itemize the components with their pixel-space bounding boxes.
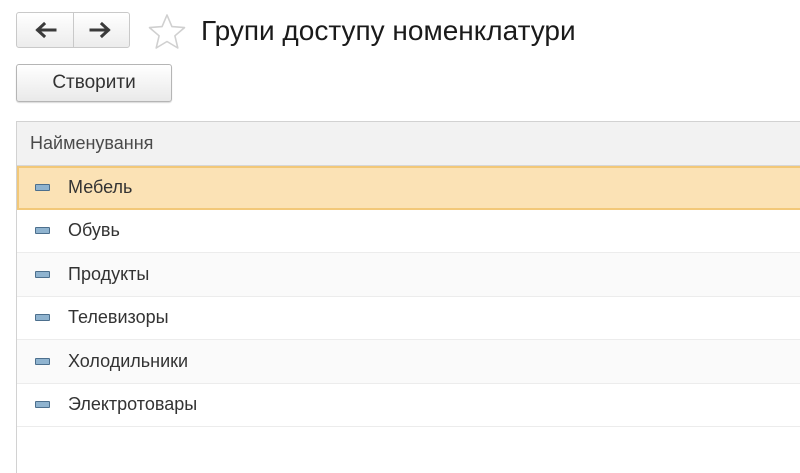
row-label: Мебель (68, 177, 133, 198)
form-page: Групи доступу номенклатури Створити Найм… (0, 0, 800, 473)
star-icon[interactable] (148, 13, 186, 51)
catalog-item-icon (35, 357, 50, 365)
table-row[interactable]: Телевизоры (17, 297, 800, 340)
catalog-item-icon (35, 270, 50, 278)
forward-button[interactable] (72, 13, 130, 47)
row-label: Телевизоры (68, 307, 169, 328)
table-row[interactable]: Холодильники (17, 340, 800, 384)
back-button[interactable] (17, 13, 73, 47)
catalog-item-icon (35, 184, 50, 192)
catalog-item-icon (35, 227, 50, 235)
page-title: Групи доступу номенклатури (201, 15, 576, 46)
table-row[interactable]: Обувь (17, 210, 800, 253)
groups-table: Найменування Мебель Обувь Продукты Телев… (16, 121, 800, 473)
column-header-name[interactable]: Найменування (17, 122, 800, 166)
row-label: Холодильники (68, 350, 189, 371)
arrow-right-icon (89, 21, 111, 39)
table-row[interactable]: Мебель (17, 166, 800, 210)
create-button[interactable]: Створити (16, 64, 172, 102)
row-label: Электротовары (68, 394, 198, 415)
row-label: Продукты (68, 263, 150, 284)
catalog-item-icon (35, 314, 50, 322)
arrow-left-icon (35, 21, 57, 39)
row-label: Обувь (68, 220, 120, 241)
navigation-buttons (16, 12, 130, 48)
catalog-item-icon (35, 401, 50, 409)
table-row[interactable]: Электротовары (17, 384, 800, 427)
table-row[interactable]: Продукты (17, 253, 800, 297)
